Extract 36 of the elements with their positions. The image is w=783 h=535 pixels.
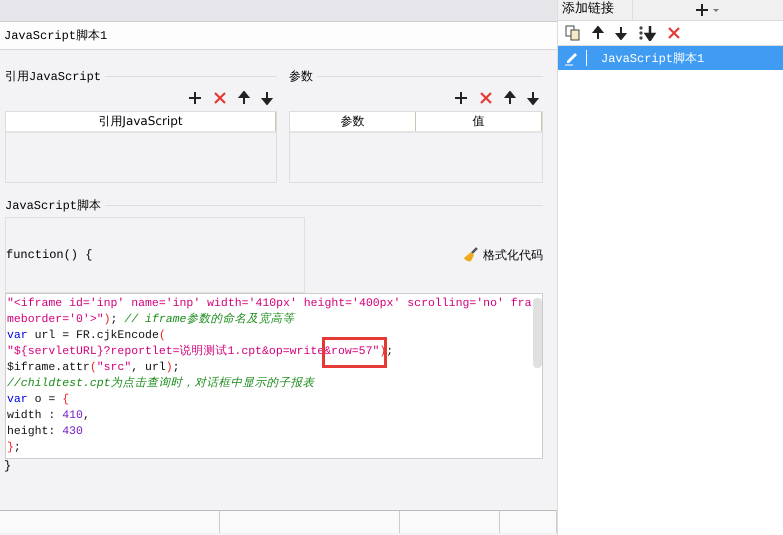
section-title: JavaScript脚本 (5, 198, 102, 214)
column-header[interactable]: 引用JavaScript (6, 112, 276, 131)
code-header: function() { (6, 248, 92, 262)
column-header[interactable]: 参数 (290, 112, 416, 131)
code-line: width : 410, (7, 408, 91, 424)
arrow-up-icon[interactable] (238, 91, 250, 105)
delete-icon[interactable] (213, 91, 227, 105)
arrow-up-icon[interactable] (504, 91, 516, 105)
delete-icon[interactable] (479, 91, 493, 105)
broom-icon (463, 247, 479, 263)
arrow-down-icon[interactable] (261, 91, 273, 105)
scrollbar-thumb[interactable] (533, 298, 542, 368)
code-line: var o = { (7, 392, 70, 408)
pencil-icon (564, 50, 587, 66)
code-line: "<iframe id='inp' name='inp' width='410px' height='400px' scrolling='no' frameborder='0'>"); // iframe参数的命名及宽高等 (7, 296, 532, 328)
delete-icon[interactable] (667, 26, 681, 40)
code-footer: } (0, 459, 557, 473)
code-line: //childtest.cpt为点击查询时，对话框中显示的子报表 (7, 376, 316, 392)
copy-icon[interactable] (565, 25, 581, 41)
section-title: 参数 (289, 69, 313, 85)
arrow-down-icon[interactable] (615, 26, 627, 40)
code-line: }; (7, 440, 22, 456)
arrow-down-icon[interactable] (527, 91, 539, 105)
arrow-up-icon[interactable] (592, 26, 604, 40)
column-header[interactable]: 值 (416, 112, 542, 131)
code-editor[interactable] (5, 293, 543, 459)
plus-caret-icon (695, 3, 721, 17)
window-title: JavaScript脚本1 (0, 22, 557, 50)
format-code-button[interactable]: 格式化代码 (463, 246, 543, 264)
add-icon[interactable] (188, 91, 202, 105)
move-to-bottom-icon[interactable] (638, 25, 656, 41)
code-line: height: 430 (7, 424, 84, 440)
section-title: 引用JavaScript (5, 69, 102, 85)
add-icon[interactable] (454, 91, 468, 105)
code-line: var url = FR.cjkEncode( (7, 328, 167, 344)
code-line: $iframe.attr("src", url); (7, 360, 181, 376)
